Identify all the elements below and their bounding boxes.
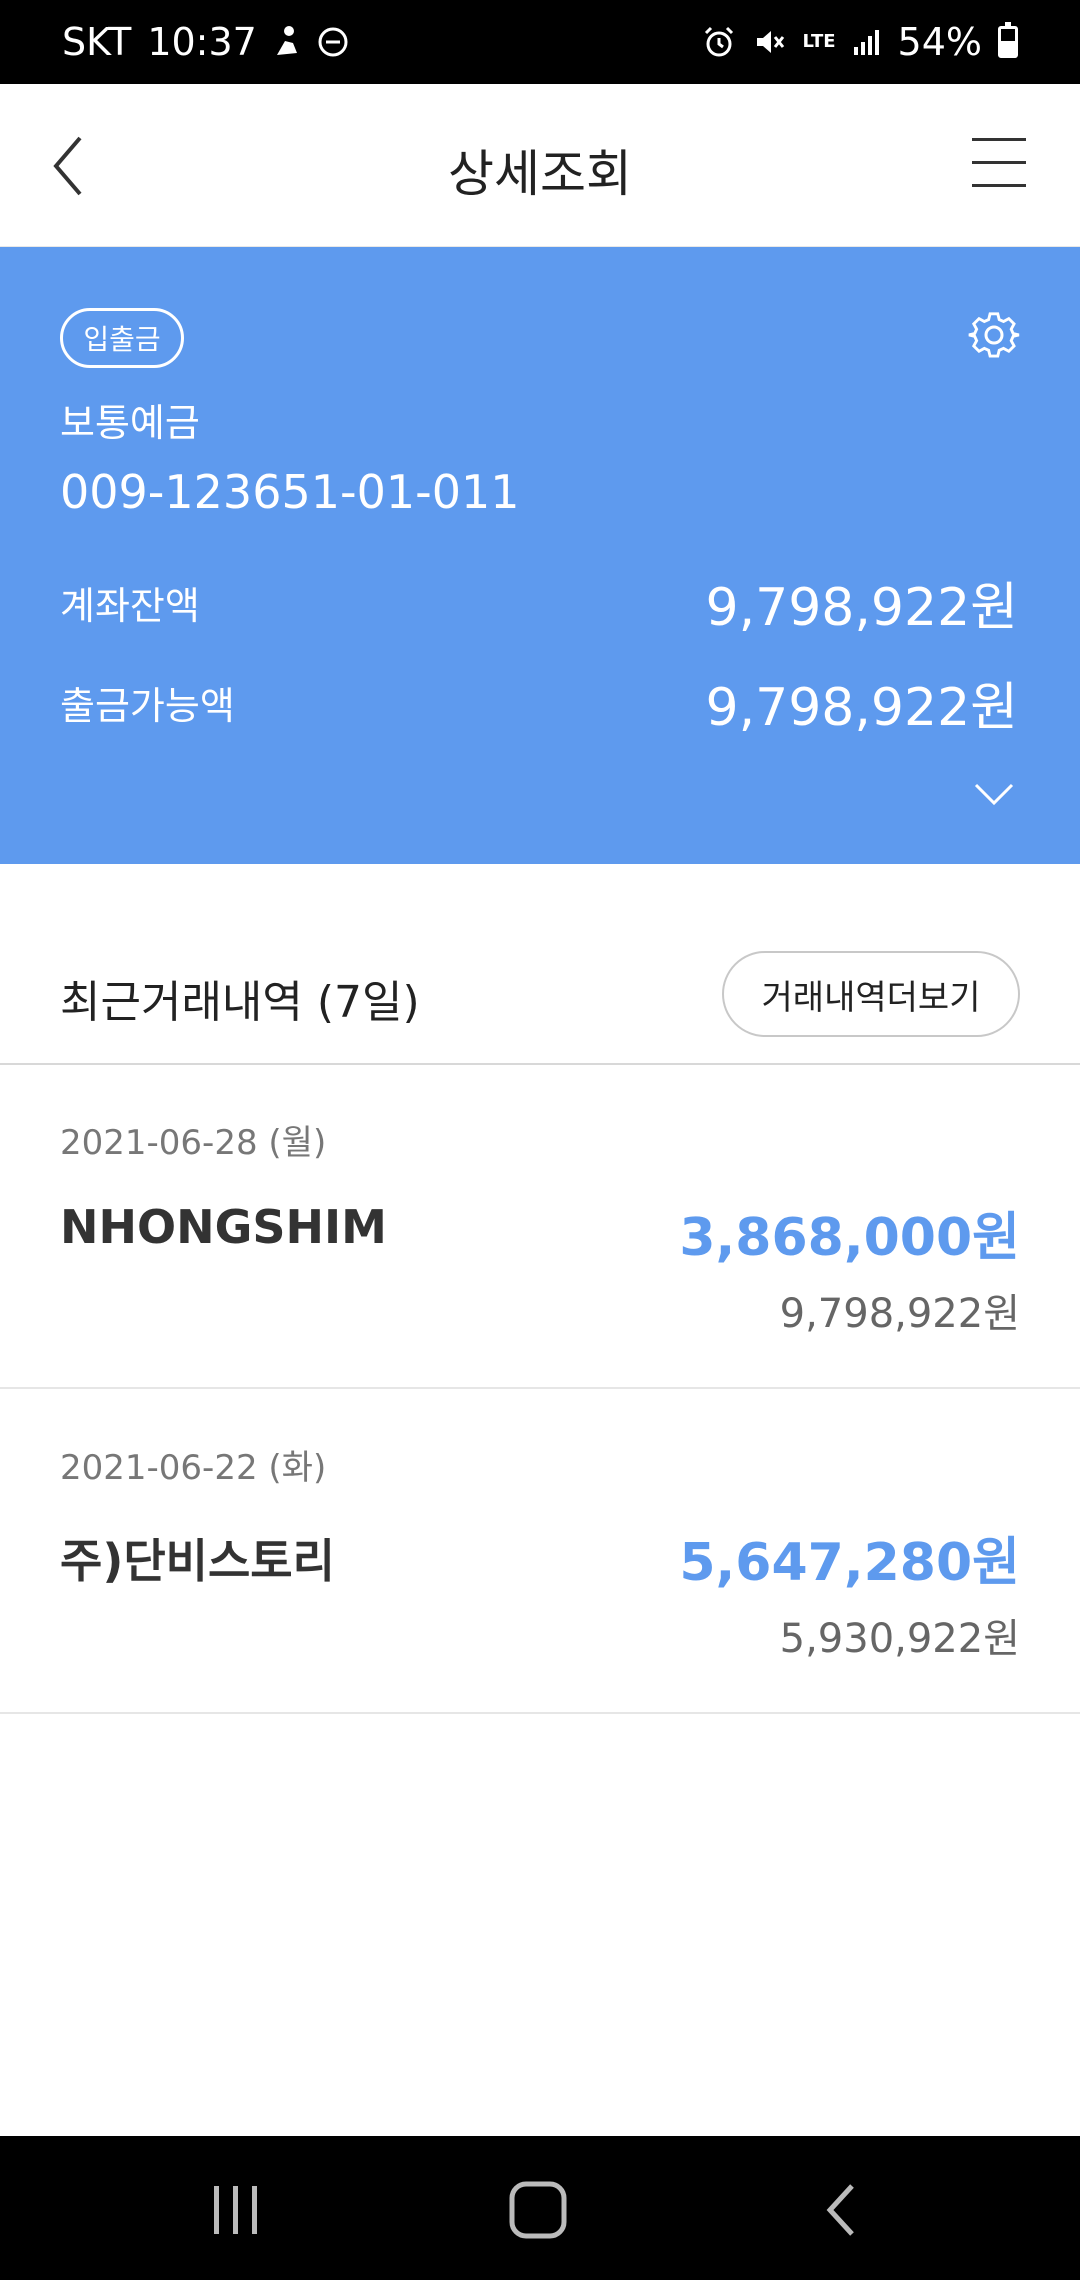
account-card: 입출금 보통예금 009-123651-01-011 계좌잔액 9,798,92…	[0, 247, 1080, 864]
transaction-item[interactable]: 2021-06-22 (화) 주)단비스토리 5,647,280원 5,930,…	[0, 1390, 1080, 1714]
hamburger-line	[972, 184, 1026, 187]
menu-button[interactable]	[972, 138, 1028, 188]
transaction-balance: 5,930,922원	[779, 1616, 1020, 1662]
carrier-label: SKT	[62, 20, 132, 64]
chevron-down-icon	[974, 783, 1014, 806]
recents-icon	[214, 2186, 257, 2234]
app-header: 상세조회	[0, 84, 1080, 247]
settings-button[interactable]	[968, 309, 1020, 361]
available-value: 9,798,922원	[705, 678, 1019, 738]
account-number: 009-123651-01-011	[60, 465, 520, 519]
balance-value: 9,798,922원	[705, 578, 1019, 638]
alarm-icon	[702, 25, 736, 59]
account-name: 보통예금	[60, 401, 200, 445]
hamburger-line	[972, 161, 1026, 164]
battery-icon	[998, 22, 1018, 58]
status-bar: SKT 10:37 LTE 54%	[0, 0, 1080, 84]
expand-button[interactable]	[972, 779, 1016, 809]
recent-transactions-title: 최근거래내역 (7일)	[60, 977, 420, 1028]
transaction-date: 2021-06-22 (화)	[60, 1448, 327, 1488]
home-button[interactable]	[506, 2178, 570, 2242]
navigation-bar	[0, 2136, 1080, 2280]
available-label: 출금가능액	[60, 684, 235, 728]
signal-icon	[852, 27, 882, 57]
clock-label: 10:37	[147, 20, 257, 64]
dnd-icon	[317, 26, 349, 58]
home-icon	[509, 2181, 567, 2239]
lte-label: LTE	[802, 31, 836, 52]
more-transactions-button[interactable]: 거래내역더보기	[722, 951, 1020, 1037]
page-title: 상세조회	[448, 145, 632, 203]
hamburger-line	[972, 138, 1026, 141]
transaction-amount: 5,647,280원	[679, 1533, 1020, 1593]
recents-button[interactable]	[204, 2178, 268, 2242]
battery-percent: 54%	[897, 20, 982, 64]
transaction-name: 주)단비스토리	[60, 1534, 335, 1588]
transaction-name: NHONGSHIM	[60, 1200, 387, 1254]
available-row: 출금가능액 9,798,922원	[60, 665, 1018, 740]
transaction-date: 2021-06-28 (월)	[60, 1123, 327, 1163]
balance-label: 계좌잔액	[60, 584, 200, 628]
back-icon	[826, 2184, 854, 2236]
person-icon	[273, 25, 301, 59]
transaction-item[interactable]: 2021-06-28 (월) NHONGSHIM 3,868,000원 9,79…	[0, 1065, 1080, 1389]
transaction-amount: 3,868,000원	[679, 1208, 1020, 1268]
status-right: LTE 54%	[702, 20, 1018, 64]
nav-back-button[interactable]	[812, 2178, 876, 2242]
recent-transactions-header: 최근거래내역 (7일) 거래내역더보기	[0, 938, 1080, 1065]
gear-icon	[968, 312, 1020, 358]
transaction-balance: 9,798,922원	[779, 1291, 1020, 1337]
balance-row: 계좌잔액 9,798,922원	[60, 565, 1018, 640]
mute-icon	[752, 25, 786, 59]
status-left: SKT 10:37	[62, 20, 349, 64]
account-type-badge: 입출금	[60, 308, 184, 368]
